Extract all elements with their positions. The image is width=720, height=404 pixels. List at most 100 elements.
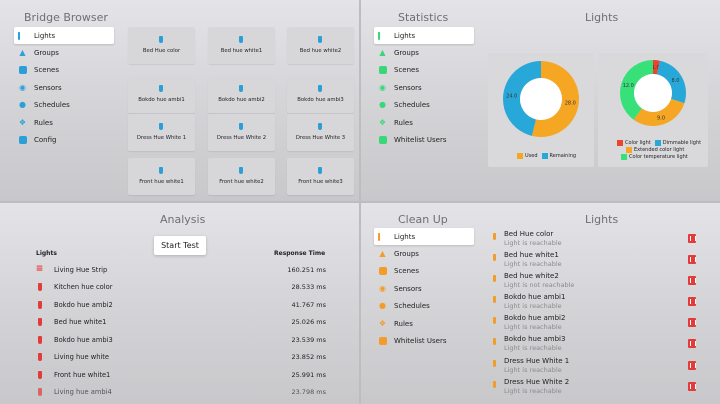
sidebar-item-sensors[interactable]: ◉ Sensors [374,79,474,96]
light-tile[interactable]: Bed hue white2 [287,27,354,64]
light-bulb-icon [318,36,322,43]
trash-icon[interactable] [688,234,696,243]
pie-slice-label: 8.0 [672,78,680,84]
light-bulb-icon [159,36,163,43]
trash-icon[interactable] [688,255,696,264]
sidebar-item-lights[interactable]: Lights [14,27,114,45]
light-icon [378,31,387,40]
sidebar-item-sensors[interactable]: ◉ Sensors [14,79,114,96]
light-bulb-icon [36,353,43,362]
light-tile[interactable]: Front hue white3 [287,158,354,195]
sidebar-item-rules[interactable]: ❖ Rules [14,114,114,131]
analysis-row: ≡ Living Hue Strip 160.251 ms [36,261,326,279]
light-name: Living hue white [54,353,110,362]
light-tile[interactable]: Bokdo hue ambi2 [208,76,275,113]
light-tile[interactable]: Bokdo hue ambi1 [128,76,195,113]
legend-label: Color light [625,140,651,146]
trash-icon[interactable] [688,318,696,327]
analysis-row: Front hue white1 25.991 ms [36,366,326,384]
light-tile[interactable]: Dress Hue White 3 [287,114,354,151]
cleanup-list-item: Bokdo hue ambi3 Light is reachable [491,335,706,356]
sidebar-item-sensors[interactable]: ◉ Sensors [374,280,474,297]
sidebar-item-label: Scenes [34,66,59,75]
response-time: 23.539 ms [291,335,326,344]
analysis-row: Bed hue white1 25.026 ms [36,314,326,332]
types-donut-chart: 1.08.09.012.0 [620,60,686,127]
sidebar-item-whitelist-users[interactable]: Whitelist Users [374,332,474,349]
light-name: Living hue ambi4 [54,388,112,397]
schedules-icon: ● [19,100,26,110]
trash-icon[interactable] [688,361,696,370]
sidebar-item-rules[interactable]: ❖ Rules [374,114,474,131]
light-name: Bed hue white2 [504,272,559,280]
cleanup-list-item: Bokdo hue ambi2 Light is reachable [491,314,706,335]
schedules-icon: ● [379,100,386,110]
sidebar-item-groups[interactable]: ▲ Groups [374,44,474,61]
sidebar-item-label: Schedules [394,101,430,110]
light-tile[interactable]: Front hue white2 [208,158,275,195]
light-bulb-icon [36,370,43,379]
sidebar-item-label: Lights [394,31,416,40]
sidebar-item-groups[interactable]: ▲ Groups [374,245,474,262]
scenes-icon [18,66,27,75]
trash-icon[interactable] [688,276,696,285]
legend-swatch-remaining [541,153,548,159]
groups-icon: ▲ [379,48,386,58]
sidebar-item-groups[interactable]: ▲ Groups [14,44,114,61]
sidebar-item-schedules[interactable]: ● Schedules [374,97,474,114]
light-name: Dress Hue White 1 [504,357,570,365]
lights-column-header: Lights [36,250,57,257]
legend-label: Used [525,153,538,159]
response-time: 23.852 ms [291,353,326,362]
pie-slice-label: 9.0 [657,116,665,122]
clean-up-sidebar: Lights ▲ Groups Scenes ◉ Sensors ● Sched… [374,228,474,350]
types-legend-row3: Color temperature light [621,154,688,160]
schedules-icon: ● [379,301,386,311]
light-tile[interactable]: Front hue white1 [128,158,195,195]
legend-label: Dimmable light [662,140,702,146]
reachability-status: Light is reachable [504,323,562,331]
sidebar-item-label: Sensors [394,83,422,92]
sidebar-item-scenes[interactable]: Scenes [14,62,114,79]
statistics-subtitle: Lights [585,11,619,24]
light-bulb-icon [239,85,243,92]
light-tile[interactable]: Bed Hue color [128,27,195,64]
groups-icon: ▲ [19,48,26,58]
groups-icon: ▲ [379,249,386,259]
sidebar-item-scenes[interactable]: Scenes [374,62,474,79]
whitelist-users-icon [378,337,387,346]
response-time: 25.991 ms [291,370,326,379]
sidebar-item-rules[interactable]: ❖ Rules [374,315,474,332]
trash-icon[interactable] [688,339,696,348]
reachability-status: Light is reachable [504,387,562,395]
analysis-row: Living hue ambi4 23.798 ms [36,384,326,402]
trash-icon[interactable] [688,297,696,306]
rules-icon: ❖ [378,318,387,328]
trash-icon[interactable] [688,382,696,391]
light-tile-label: Bed hue white2 [299,48,342,54]
sidebar-item-scenes[interactable]: Scenes [374,263,474,280]
sidebar-item-whitelist-users[interactable]: Whitelist Users [374,131,474,148]
scenes-icon [378,267,387,276]
sidebar-item-lights[interactable]: Lights [374,27,474,45]
light-bulb-icon [493,233,496,240]
sidebar-item-lights[interactable]: Lights [374,228,474,246]
cleanup-list-item: Dress Hue White 2 Light is reachable [491,378,706,399]
cleanup-list-item: Bed hue white1 Light is reachable [491,251,706,272]
sidebar-item-schedules[interactable]: ● Schedules [14,97,114,114]
light-tile[interactable]: Dress Hue White 2 [208,114,275,151]
light-tile[interactable]: Dress Hue White 1 [128,114,195,151]
light-tile[interactable]: Bed hue white1 [208,27,275,64]
reachability-status: Light is reachable [504,260,562,268]
reachability-status: Light is reachable [504,344,562,352]
sidebar-item-schedules[interactable]: ● Schedules [374,298,474,315]
horizontal-divider [0,201,720,203]
sidebar-item-config[interactable]: Config [14,131,114,148]
light-tile[interactable]: Bokdo hue ambi3 [287,76,354,113]
reachability-status: Light is reachable [504,302,562,310]
pie-slice-label: 24.0 [506,93,517,99]
light-bulb-icon [493,317,496,324]
statistics-title: Statistics [398,11,449,24]
whitelist-users-icon [378,136,387,145]
start-test-button[interactable]: Start Test [154,236,206,255]
